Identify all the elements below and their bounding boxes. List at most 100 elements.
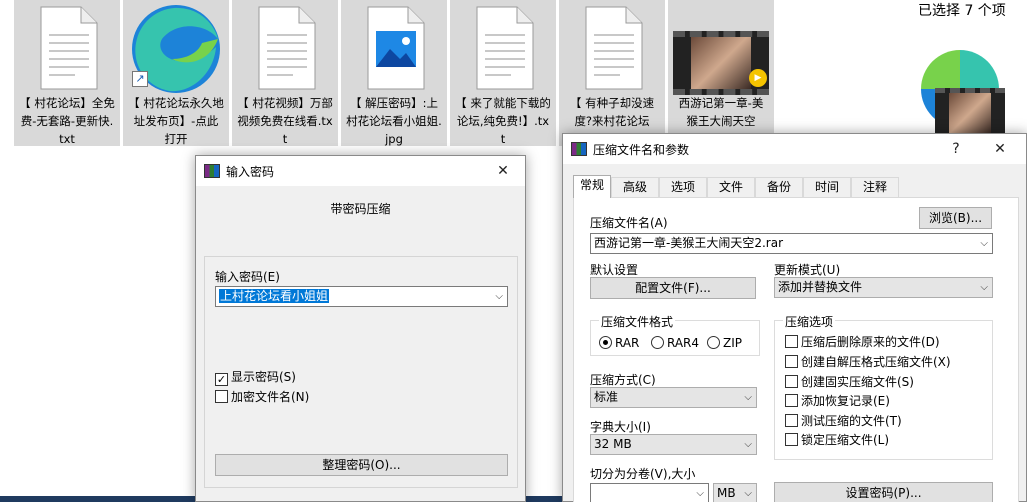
- file-item-1[interactable]: 【 村花论坛】全免费-无套路-更新快.txt: [14, 0, 120, 146]
- file-list: 【 村花论坛】全免费-无套路-更新快.txt ↗ 【 村花论坛永久地址发布页】-…: [0, 0, 1027, 148]
- tab-backup[interactable]: 备份: [755, 177, 803, 197]
- chevron-down-icon[interactable]: ⌵: [980, 234, 988, 253]
- create-solid-checkbox[interactable]: 创建固实压缩文件(S): [785, 375, 914, 389]
- profiles-button[interactable]: 配置文件(F)...: [590, 277, 756, 299]
- tab-options[interactable]: 选项: [659, 177, 707, 197]
- archive-name-input[interactable]: 西游记第一章-美猴王大闹天空2.rar ⌵: [590, 233, 993, 254]
- checkbox-label: 创建自解压格式压缩文件(X): [801, 355, 951, 369]
- video-preview-icon: [935, 88, 1005, 138]
- browse-button[interactable]: 浏览(B)...: [919, 207, 992, 229]
- dialog-heading: 带密码压缩: [330, 202, 391, 216]
- radio-label: RAR: [615, 336, 640, 350]
- player-icon: ▶: [749, 69, 767, 87]
- file-name: 【 有种子却没速度?来村花论坛: [569, 96, 655, 128]
- split-unit-select[interactable]: MB ⌵: [713, 483, 757, 502]
- update-mode-label: 更新模式(U): [774, 263, 841, 277]
- password-dialog: 输入密码 ✕ 带密码压缩 输入密码(E) 上村花论坛看小姐姐 ⌵ ✓ 显示密码(S…: [195, 155, 526, 502]
- chevron-down-icon[interactable]: ⌵: [744, 435, 752, 454]
- chevron-down-icon[interactable]: ⌵: [495, 287, 503, 306]
- password-panel: 输入密码(E) 上村花论坛看小姐姐 ⌵ ✓ 显示密码(S) 加密文件名(N) 整理…: [204, 256, 518, 488]
- checkbox-box: [785, 335, 798, 348]
- radio-dot: [599, 336, 612, 349]
- winrar-icon: [571, 142, 587, 156]
- tab-comment[interactable]: 注释: [851, 177, 899, 197]
- file-item-2[interactable]: ↗ 【 村花论坛永久地址发布页】-点此打开: [123, 0, 229, 146]
- password-input[interactable]: 上村花论坛看小姐姐 ⌵: [215, 286, 508, 307]
- file-item-6[interactable]: 【 有种子却没速度?来村花论坛: [559, 0, 665, 146]
- dictionary-size-select[interactable]: 32 MB ⌵: [590, 434, 757, 455]
- file-item-5[interactable]: 【 来了就能下载的论坛,纯免费!】.txt: [450, 0, 556, 146]
- radio-dot: [707, 336, 720, 349]
- compression-method-select[interactable]: 标准 ⌵: [590, 387, 757, 408]
- close-button[interactable]: ✕: [481, 157, 525, 185]
- checkbox-box: ✓: [215, 373, 228, 386]
- password-dialog-title: 输入密码: [226, 165, 275, 179]
- update-mode-value: 添加并替换文件: [778, 280, 863, 294]
- archive-dialog-title: 压缩文件名和参数: [593, 143, 690, 157]
- split-size-input[interactable]: ⌵: [590, 483, 709, 502]
- text-file-icon: [258, 6, 316, 90]
- checkbox-box: [785, 414, 798, 427]
- archive-dialog: 压缩文件名和参数 ? ✕ 常规 高级 选项 文件 备份 时间 注释 压缩文件名(…: [562, 133, 1027, 502]
- split-volumes-label: 切分为分卷(V),大小: [590, 467, 696, 481]
- tab-general[interactable]: 常规: [573, 175, 611, 198]
- test-archived-files-checkbox[interactable]: 测试压缩的文件(T): [785, 414, 902, 428]
- chevron-down-icon[interactable]: ⌵: [744, 388, 752, 407]
- general-tab-page: 压缩文件名(A) 浏览(B)... 西游记第一章-美猴王大闹天空2.rar ⌵ …: [573, 197, 1019, 502]
- tab-files[interactable]: 文件: [707, 177, 755, 197]
- checkbox-box: [785, 355, 798, 368]
- checkbox-label: 加密文件名(N): [231, 390, 310, 404]
- radio-dot: [651, 336, 664, 349]
- chevron-down-icon[interactable]: ⌵: [744, 484, 752, 502]
- password-label: 输入密码(E): [215, 270, 280, 284]
- create-sfx-checkbox[interactable]: 创建自解压格式压缩文件(X): [785, 355, 951, 369]
- checkbox-label: 测试压缩的文件(T): [801, 414, 902, 428]
- preview-pane: [921, 50, 1011, 138]
- lock-archive-checkbox[interactable]: 锁定压缩文件(L): [785, 433, 889, 447]
- format-radio-zip[interactable]: ZIP: [707, 336, 742, 350]
- dictionary-size-label: 字典大小(I): [590, 420, 651, 434]
- close-button[interactable]: ✕: [978, 135, 1022, 163]
- selection-status: 已选择 7 个项: [918, 3, 1006, 19]
- split-unit-value: MB: [717, 486, 736, 500]
- tab-advanced[interactable]: 高级: [611, 177, 659, 197]
- chevron-down-icon[interactable]: ⌵: [980, 278, 988, 297]
- file-name: 西游记第一章-美猴王大闹天空: [678, 96, 764, 128]
- format-radio-rar[interactable]: RAR: [599, 336, 639, 350]
- update-mode-select[interactable]: 添加并替换文件 ⌵: [774, 277, 993, 298]
- compression-method-value: 标准: [594, 390, 619, 404]
- default-settings-label: 默认设置: [590, 263, 639, 277]
- password-dialog-titlebar[interactable]: 输入密码 ✕: [196, 156, 525, 186]
- checkbox-box: [785, 433, 798, 446]
- checkbox-label: 锁定压缩文件(L): [801, 433, 890, 447]
- file-name: 【 解压密码】:上村花论坛看小姐姐.jpg: [346, 96, 442, 146]
- video-thumbnail: [949, 93, 991, 133]
- encrypt-filenames-checkbox[interactable]: 加密文件名(N): [215, 390, 309, 404]
- format-group-title: 压缩文件格式: [599, 313, 676, 330]
- chevron-down-icon[interactable]: ⌵: [696, 484, 704, 502]
- file-name: 【 村花视频】万部视频免费在线看.txt: [237, 96, 333, 146]
- checkbox-box: [785, 394, 798, 407]
- archive-dialog-titlebar[interactable]: 压缩文件名和参数 ? ✕: [563, 134, 1026, 164]
- tab-time[interactable]: 时间: [803, 177, 851, 197]
- archive-name-label: 压缩文件名(A): [590, 216, 668, 230]
- add-recovery-record-checkbox[interactable]: 添加恢复记录(E): [785, 394, 890, 408]
- winrar-icon: [204, 164, 220, 178]
- set-password-button[interactable]: 设置密码(P)...: [774, 482, 993, 502]
- delete-after-archiving-checkbox[interactable]: 压缩后删除原来的文件(D): [785, 335, 940, 349]
- help-button[interactable]: ?: [934, 135, 978, 163]
- file-item-4[interactable]: 【 解压密码】:上村花论坛看小姐姐.jpg: [341, 0, 447, 146]
- archive-format-group: 压缩文件格式 RAR RAR4 ZIP: [590, 313, 760, 356]
- checkbox-label: 压缩后删除原来的文件(D): [801, 335, 940, 349]
- radio-label: ZIP: [723, 336, 742, 350]
- format-radio-rar4[interactable]: RAR4: [651, 336, 699, 350]
- checkbox-label: 显示密码(S): [231, 370, 296, 384]
- organize-passwords-button[interactable]: 整理密码(O)...: [215, 454, 508, 476]
- shortcut-overlay-icon: ↗: [132, 71, 148, 87]
- show-password-checkbox[interactable]: ✓ 显示密码(S): [215, 370, 296, 386]
- video-file-icon: ▶: [673, 31, 769, 95]
- archive-name-value: 西游记第一章-美猴王大闹天空2.rar: [594, 236, 784, 250]
- file-item-3[interactable]: 【 村花视频】万部视频免费在线看.txt: [232, 0, 338, 146]
- text-file-icon: [585, 6, 643, 90]
- file-item-7[interactable]: ▶ 西游记第一章-美猴王大闹天空: [668, 0, 774, 146]
